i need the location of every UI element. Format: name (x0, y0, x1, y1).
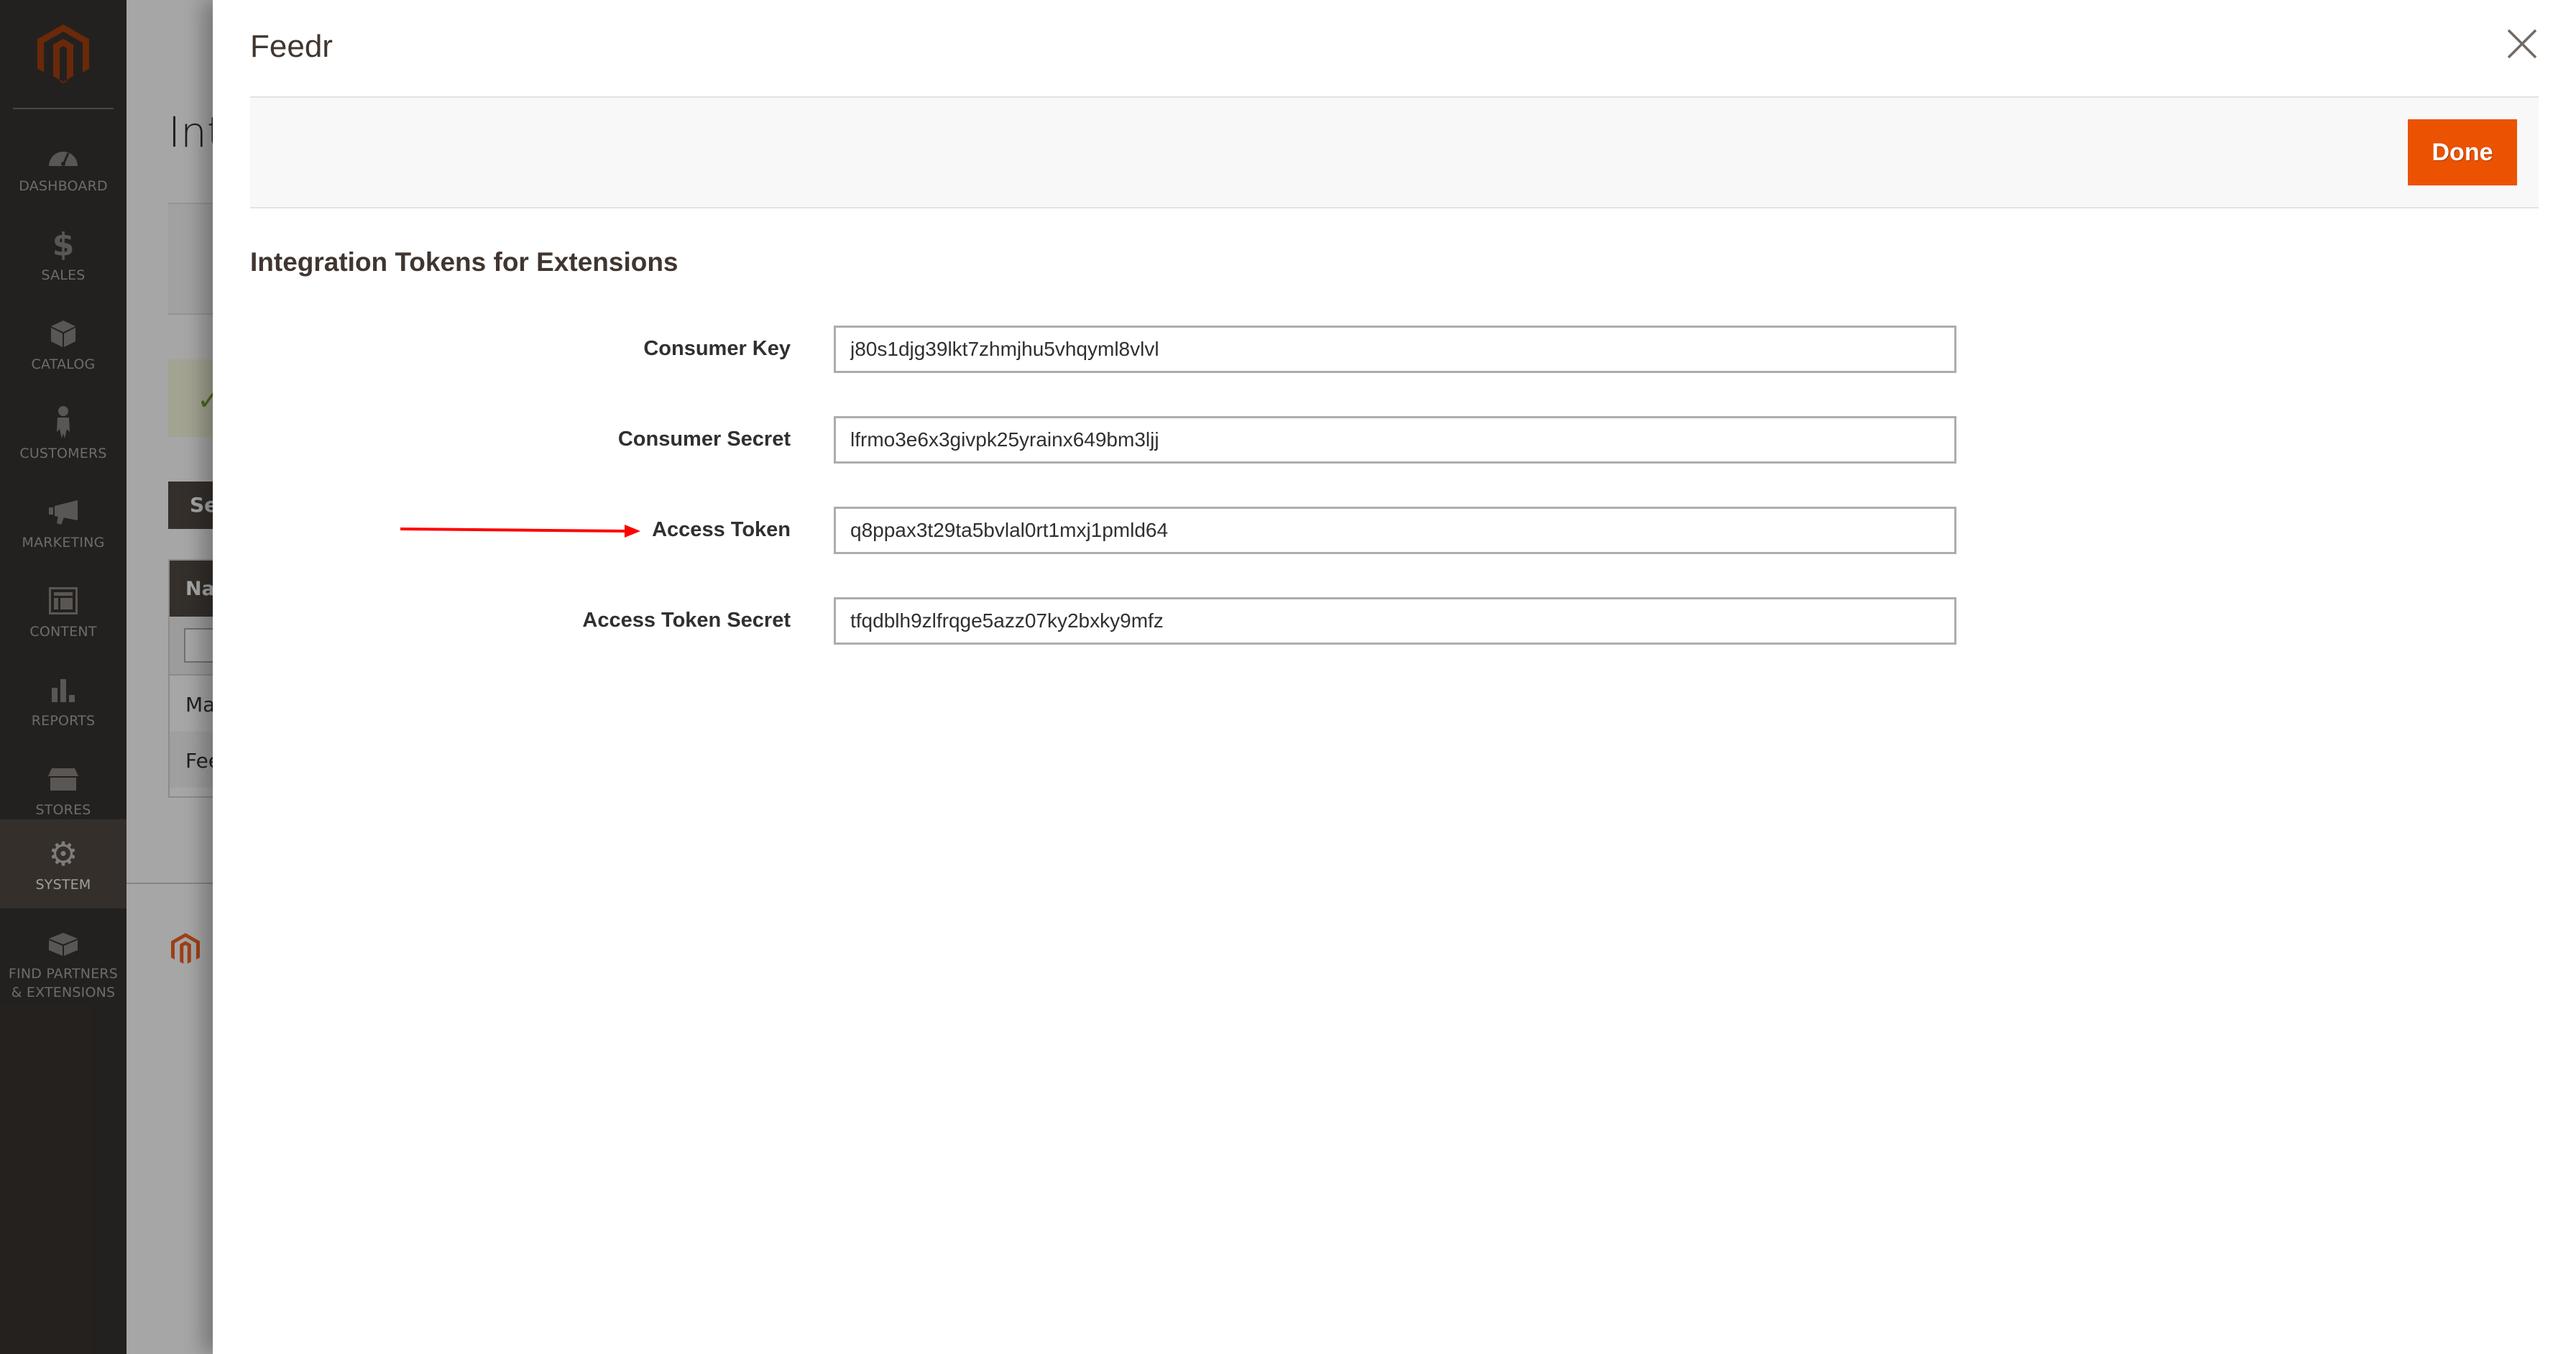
consumer-key-label: Consumer Key (643, 337, 791, 360)
section-title: Integration Tokens for Extensions (250, 247, 678, 277)
modal-title: Feedr (250, 29, 333, 64)
consumer-secret-field: Consumer Secret (213, 416, 1966, 464)
consumer-secret-label: Consumer Secret (617, 428, 791, 451)
done-button[interactable]: Done (2408, 119, 2517, 185)
red-arrow-annotation-icon (400, 525, 640, 538)
access-token-secret-input[interactable] (834, 597, 1956, 645)
modal-actions-bar: Done (250, 96, 2539, 208)
access-token-input[interactable] (834, 507, 1956, 554)
consumer-key-field: Consumer Key (213, 326, 1966, 373)
access-token-secret-label: Access Token Secret (582, 609, 791, 632)
access-token-label: Access Token (652, 518, 791, 541)
close-icon[interactable] (2506, 27, 2539, 60)
consumer-secret-input[interactable] (834, 416, 1956, 464)
access-token-secret-field: Access Token Secret (213, 597, 1966, 645)
integration-tokens-modal: Feedr Done Integration Tokens for Extens… (213, 0, 2576, 1354)
consumer-key-input[interactable] (834, 326, 1956, 373)
